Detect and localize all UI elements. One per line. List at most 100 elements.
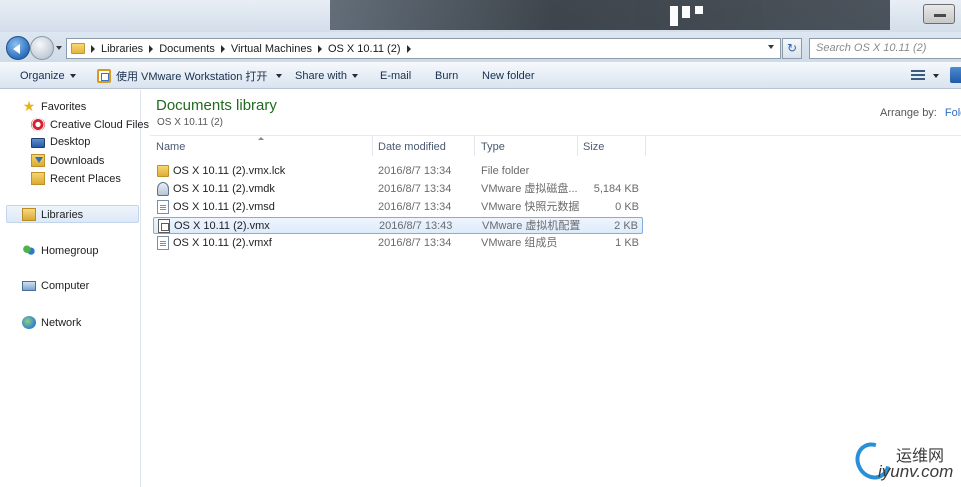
folder-icon — [71, 43, 85, 54]
file-size: 1 KB — [615, 237, 639, 249]
homegroup-icon — [22, 244, 36, 257]
file-size: 0 KB — [615, 201, 639, 213]
file-size: 5,184 KB — [593, 183, 639, 195]
file-type: VMware 虚拟机配置 — [482, 220, 581, 232]
star-icon: ★ — [22, 98, 36, 114]
nav-item-libraries[interactable]: Libraries — [22, 208, 83, 221]
help-icon[interactable] — [950, 67, 961, 83]
breadcrumb-libraries[interactable]: Libraries — [91, 43, 143, 55]
nav-label: Favorites — [41, 100, 87, 113]
nav-item-downloads[interactable]: Downloads — [31, 154, 104, 167]
nav-label: Creative Cloud Files — [50, 118, 150, 131]
chevron-down-icon[interactable] — [933, 74, 939, 78]
organize-label: Organize — [20, 69, 65, 82]
file-date: 2016/8/7 13:34 — [378, 237, 452, 249]
file-date: 2016/8/7 13:43 — [379, 220, 453, 232]
chevron-down-icon — [351, 73, 358, 78]
recent-pages-dropdown[interactable] — [56, 46, 62, 50]
nav-label: Recent Places — [50, 172, 121, 185]
breadcrumb-virtual-machines[interactable]: Virtual Machines — [220, 42, 312, 55]
vmware-icon — [97, 68, 111, 83]
arrange-by-value[interactable]: Fold — [945, 107, 961, 119]
column-label: Date modified — [378, 141, 446, 153]
nav-item-recent-places[interactable]: Recent Places — [31, 172, 121, 185]
breadcrumb-label: Virtual Machines — [230, 42, 312, 55]
file-row-selected[interactable]: OS X 10.11 (2).vmx 2016/8/7 13:43 VMware… — [153, 217, 643, 234]
breadcrumb-documents[interactable]: Documents — [149, 43, 215, 55]
nav-label: Downloads — [50, 154, 105, 167]
share-with-label: Share with — [295, 69, 347, 82]
background-window-strip — [330, 0, 890, 30]
burn-button[interactable]: Burn — [435, 62, 458, 89]
chevron-right-icon[interactable] — [220, 44, 225, 53]
view-options-icon[interactable] — [911, 70, 925, 81]
window-titlebar — [0, 0, 961, 32]
nav-item-computer[interactable]: Computer — [22, 280, 89, 292]
share-with-button[interactable]: Share with — [295, 62, 358, 89]
vmx-icon — [158, 219, 170, 233]
address-row: Libraries Documents Virtual Machines OS … — [0, 32, 961, 62]
chevron-down-icon — [276, 73, 283, 78]
address-bar[interactable]: Libraries Documents Virtual Machines OS … — [66, 38, 781, 59]
open-with-label: 使用 VMware Workstation 打开 — [116, 70, 268, 83]
chevron-right-icon[interactable] — [149, 44, 154, 53]
chevron-right-icon[interactable] — [91, 44, 95, 53]
address-history-dropdown[interactable] — [768, 45, 774, 49]
folder-icon — [157, 165, 169, 177]
file-name: OS X 10.11 (2).vmx.lck — [173, 165, 286, 177]
nav-label: Homegroup — [41, 244, 99, 257]
nav-label: Computer — [41, 280, 90, 292]
document-icon — [157, 200, 169, 214]
forward-button[interactable] — [30, 36, 54, 60]
file-name: OS X 10.11 (2).vmxf — [173, 237, 272, 249]
new-folder-button[interactable]: New folder — [482, 62, 535, 89]
column-header-type[interactable]: Type — [478, 136, 578, 156]
file-row[interactable]: OS X 10.11 (2).vmdk 2016/8/7 13:34 VMwar… — [153, 181, 643, 198]
nav-item-desktop[interactable]: Desktop — [31, 136, 90, 148]
organize-button[interactable]: Organize — [20, 62, 76, 89]
nav-label: Desktop — [50, 136, 91, 148]
breadcrumb-os-x[interactable]: OS X 10.11 (2) — [317, 42, 411, 55]
file-type: VMware 组成员 — [481, 237, 558, 249]
site-watermark: 运维网 iyunv.com — [848, 436, 961, 487]
nav-item-homegroup[interactable]: Homegroup — [22, 244, 98, 257]
computer-icon — [22, 281, 36, 291]
column-header-date[interactable]: Date modified — [375, 136, 475, 156]
command-bar: Organize 使用 VMware Workstation 打开 Share … — [0, 62, 961, 89]
minimize-button[interactable] — [923, 4, 955, 24]
file-size: 2 KB — [614, 220, 638, 232]
chevron-right-icon[interactable] — [317, 44, 322, 53]
file-row[interactable]: OS X 10.11 (2).vmsd 2016/8/7 13:34 VMwar… — [153, 199, 643, 216]
file-date: 2016/8/7 13:34 — [378, 183, 452, 195]
library-subtitle: OS X 10.11 (2) — [157, 117, 223, 128]
column-header-name[interactable]: Name — [153, 136, 373, 156]
file-type: VMware 快照元数据 — [481, 201, 580, 213]
column-header-size[interactable]: Size — [580, 136, 646, 156]
file-type: VMware 虚拟磁盘... — [481, 183, 578, 195]
libraries-icon — [22, 208, 36, 221]
file-row[interactable]: OS X 10.11 (2).vmx.lck 2016/8/7 13:34 Fi… — [153, 163, 643, 180]
open-with-vmware-button[interactable]: 使用 VMware Workstation 打开 — [97, 62, 283, 89]
nav-item-favorites[interactable]: ★ Favorites — [22, 98, 87, 114]
nav-label: Network — [41, 316, 82, 329]
file-name: OS X 10.11 (2).vmsd — [173, 201, 275, 213]
refresh-button[interactable]: ↻ — [782, 38, 802, 59]
nav-item-creative-cloud[interactable]: Creative Cloud Files — [31, 118, 149, 131]
recent-places-icon — [31, 172, 45, 185]
nav-item-network[interactable]: Network — [22, 316, 81, 329]
back-button[interactable] — [6, 36, 30, 60]
search-input[interactable]: Search OS X 10.11 (2) — [809, 38, 961, 59]
creative-cloud-icon — [31, 118, 45, 131]
column-label: Type — [481, 141, 505, 153]
breadcrumb-label: OS X 10.11 (2) — [327, 42, 401, 55]
file-row[interactable]: OS X 10.11 (2).vmxf 2016/8/7 13:34 VMwar… — [153, 235, 643, 252]
disk-icon — [157, 182, 169, 196]
arrange-by[interactable]: Arrange by: Fold — [880, 107, 961, 119]
library-title: Documents library — [156, 97, 277, 114]
email-button[interactable]: E-mail — [380, 62, 411, 89]
watermark-en: iyunv.com — [878, 462, 954, 481]
file-date: 2016/8/7 13:34 — [378, 165, 452, 177]
chevron-right-icon[interactable] — [406, 44, 411, 53]
file-name: OS X 10.11 (2).vmdk — [173, 183, 275, 195]
file-name: OS X 10.11 (2).vmx — [174, 220, 270, 232]
